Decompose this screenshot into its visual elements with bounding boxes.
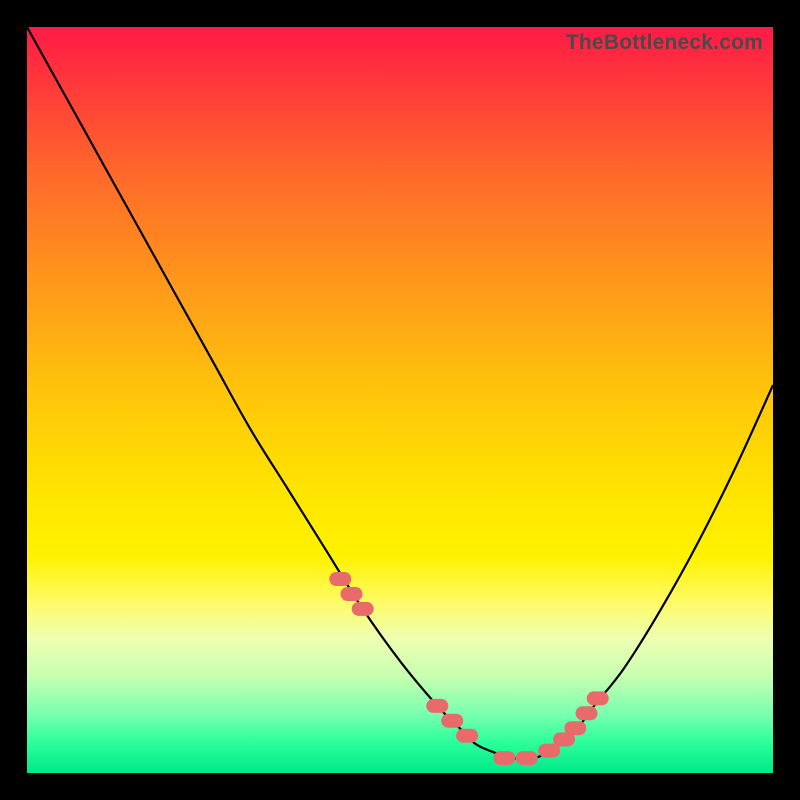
chart-svg [27,27,773,773]
highlighted-markers [329,572,608,765]
curve-marker [441,714,463,728]
watermark-text: TheBottleneck.com [566,31,763,55]
curve-marker [493,751,515,765]
chart-plot-area: TheBottleneck.com [27,27,773,773]
curve-marker [341,587,363,601]
curve-marker [456,729,478,743]
curve-marker [587,691,609,705]
curve-marker [564,721,586,735]
curve-marker [329,572,351,586]
bottleneck-curve-line [27,27,773,759]
curve-marker [516,751,538,765]
curve-marker [576,706,598,720]
curve-marker [426,699,448,713]
curve-marker [352,602,374,616]
curve-marker [538,744,560,758]
